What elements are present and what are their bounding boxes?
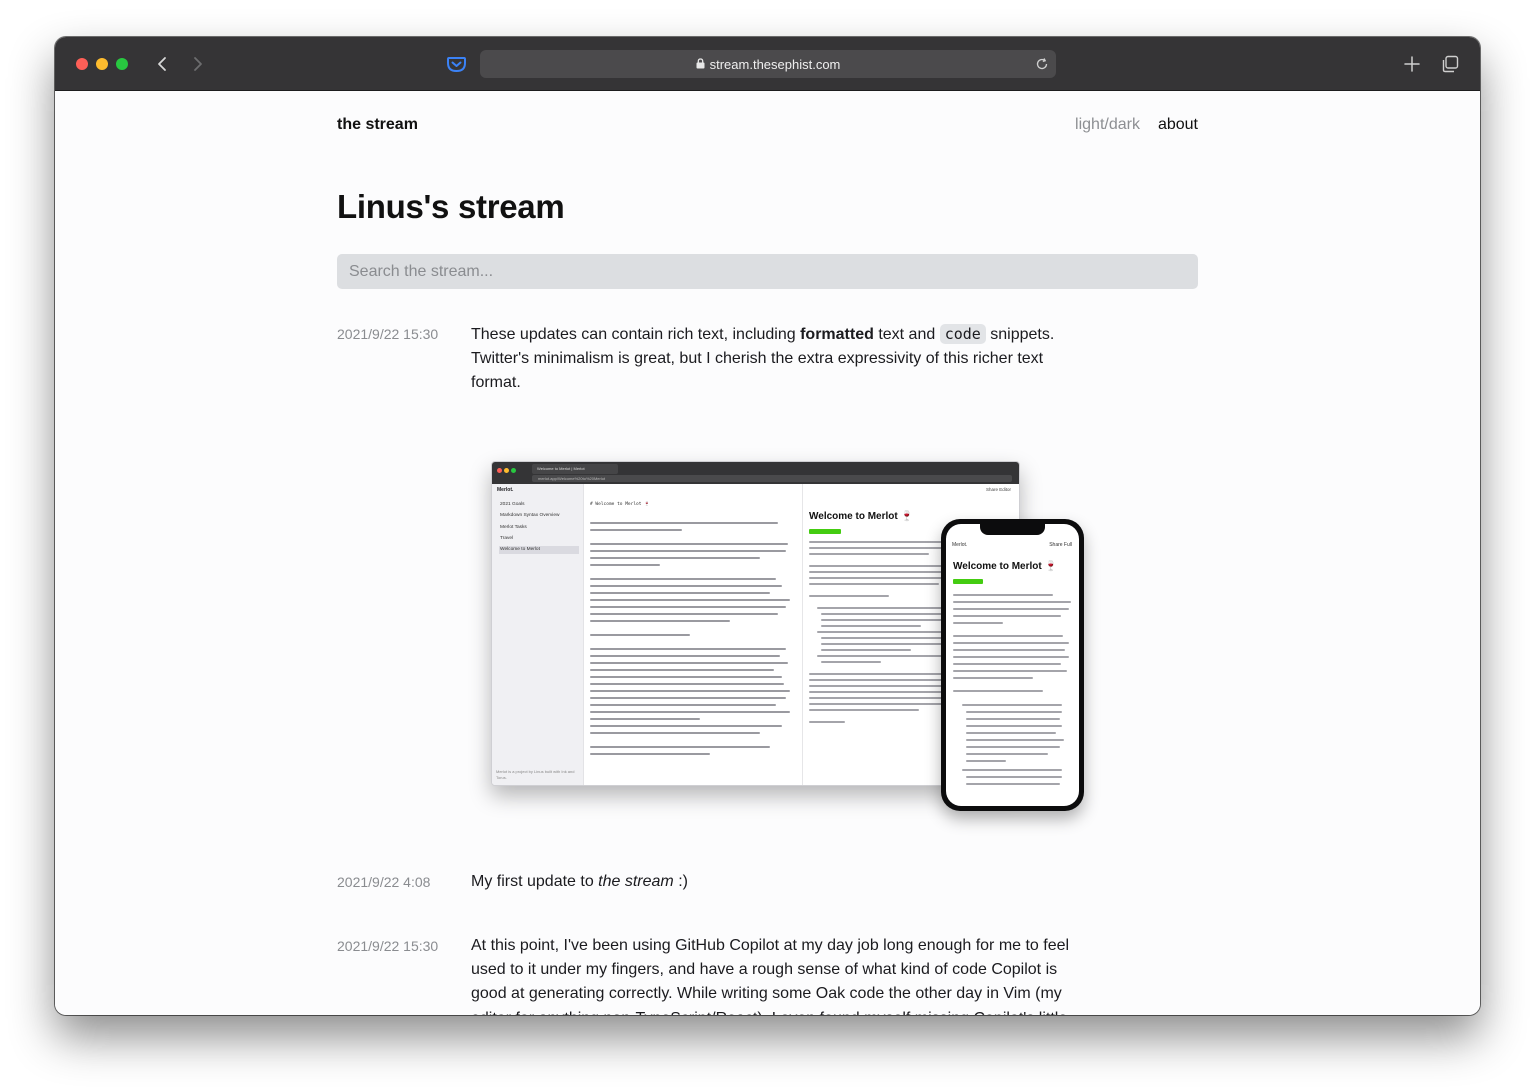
- page-content: the stream light/dark about Linus's stre…: [55, 92, 1480, 1015]
- search-input[interactable]: [337, 254, 1198, 289]
- screenshot-sidebar-item: Markdown Syntax Overview: [500, 513, 560, 518]
- screenshot-editor: # Welcome to Merlot 🍷: [590, 488, 802, 785]
- screenshot-toolbar: Share Editor: [985, 487, 1011, 492]
- minimize-window-button[interactable]: [96, 58, 108, 70]
- screenshot-preview-title: Welcome to Merlot 🍷: [809, 511, 913, 522]
- forward-button[interactable]: [186, 53, 208, 75]
- chevron-right-icon: [194, 57, 202, 71]
- browser-toolbar: stream.thesephist.com: [55, 37, 1480, 91]
- page-title: Linus's stream: [337, 188, 565, 225]
- screenshot-sidebar-item: Travel: [500, 536, 514, 541]
- entry-text: My first update to the stream :): [471, 873, 688, 890]
- address-bar[interactable]: stream.thesephist.com: [480, 50, 1056, 78]
- screenshot-phone-title: Welcome to Merlot 🍷: [953, 561, 1057, 572]
- about-link[interactable]: about: [1158, 116, 1198, 134]
- lock-icon: [696, 57, 705, 72]
- screenshot-sidebar-item: Merlot Tasks: [500, 525, 527, 530]
- url-text: stream.thesephist.com: [709, 56, 841, 72]
- new-tab-button[interactable]: [1402, 54, 1422, 74]
- screenshot-tab-title: Welcome to Merlot | Merlot: [532, 464, 618, 474]
- reload-icon: [1036, 58, 1048, 70]
- screenshot-editor-heading: # Welcome to Merlot 🍷: [590, 502, 650, 507]
- italic-text: the stream: [598, 873, 674, 890]
- entry-date[interactable]: 2021/9/22 4:08: [337, 874, 430, 890]
- inline-code: code: [939, 324, 986, 344]
- entry-image: Welcome to Merlot | Merlot merlot.app/We…: [486, 459, 1086, 815]
- chevron-left-icon: [158, 57, 166, 71]
- pocket-extension-button[interactable]: [446, 54, 467, 75]
- bold-text: formatted: [800, 326, 874, 343]
- light-dark-toggle[interactable]: light/dark: [1075, 116, 1140, 134]
- plus-icon: [1404, 56, 1420, 72]
- zoom-window-button[interactable]: [116, 58, 128, 70]
- close-window-button[interactable]: [76, 58, 88, 70]
- back-button[interactable]: [152, 53, 174, 75]
- screenshot-app-name: Merlot.: [497, 487, 514, 493]
- screenshot-phone-toolbar: Share Full: [1049, 542, 1072, 548]
- phone-screenshot: Merlot. Share Full Welcome to Merlot 🍷: [941, 519, 1084, 811]
- pocket-icon: [447, 57, 466, 73]
- screenshot-sidebar-item: Welcome to Merlot: [499, 546, 579, 554]
- screenshot-sidebar: Merlot. 2021 Goals Markdown Syntax Overv…: [492, 484, 584, 785]
- screenshot-url: merlot.app/Welcome%20to%20Merlot: [532, 475, 1012, 482]
- entry-text: At this point, I've been using GitHub Co…: [471, 937, 1070, 1015]
- entry-text: These updates can contain rich text, inc…: [471, 324, 1055, 392]
- tabs-overview-icon: [1442, 55, 1459, 73]
- entry-date[interactable]: 2021/9/22 15:30: [337, 326, 438, 342]
- reload-button[interactable]: [1034, 56, 1050, 72]
- site-nav: light/dark about: [1075, 116, 1198, 134]
- site-title-link[interactable]: the stream: [337, 116, 418, 134]
- entry-date[interactable]: 2021/9/22 15:30: [337, 938, 438, 954]
- tab-overview-button[interactable]: [1440, 54, 1460, 74]
- screenshot-sidebar-footer: Merlot is a project by Linus built with …: [496, 769, 575, 780]
- screenshot-sidebar-item: 2021 Goals: [500, 502, 525, 507]
- browser-window: stream.thesephist.com the stream light/d…: [55, 37, 1480, 1015]
- screenshot-phone-app-name: Merlot.: [952, 542, 968, 548]
